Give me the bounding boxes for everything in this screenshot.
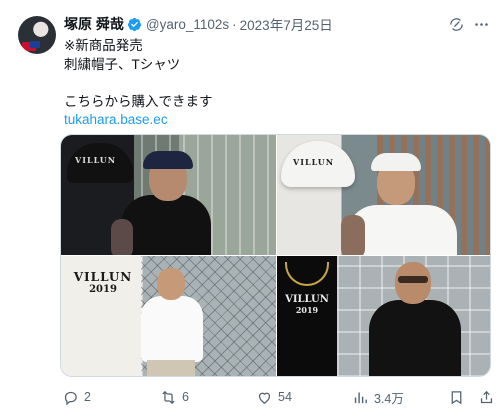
author-handle[interactable]: @yaro_1102s [146, 17, 229, 32]
grok-icon[interactable] [448, 16, 465, 33]
like-count: 54 [278, 390, 292, 404]
avatar[interactable] [18, 16, 56, 54]
media-grid: VILLUN VILLUN VILLUN 2019 VILLUN 2019 [60, 134, 491, 377]
photo-4[interactable]: VILLUN 2019 [277, 256, 490, 376]
logo-line-2: 2019 [89, 284, 117, 295]
bookmark-icon [451, 390, 462, 404]
model-body [121, 195, 211, 255]
sunglasses [398, 276, 428, 283]
tshirt-logo: VILLUN 2019 [281, 294, 333, 315]
tweet[interactable]: 塚原 舜哉 @yaro_1102s · 2023年7月25日 ※新商品発売 刺繍… [0, 0, 504, 416]
header-icons [448, 14, 490, 34]
shop-link[interactable]: tukahara.base.ec [64, 111, 213, 130]
tweet-date[interactable]: 2023年7月25日 [240, 14, 333, 34]
model-legs [147, 360, 195, 376]
model-hat [143, 151, 193, 169]
model-body [369, 300, 461, 376]
cap-logo-text: VILLUN [75, 155, 117, 165]
more-icon[interactable] [473, 16, 490, 33]
tweet-header: 塚原 舜哉 @yaro_1102s · 2023年7月25日 [64, 14, 490, 34]
bookmark-button[interactable] [448, 389, 465, 406]
reply-button[interactable]: 2 [62, 389, 91, 406]
repost-button[interactable]: 6 [160, 389, 189, 406]
tweet-text: ※新商品発売 刺繍帽子、Tシャツ こちらから購入できます tukahara.ba… [64, 37, 213, 130]
repost-icon [162, 390, 175, 404]
photo-3[interactable]: VILLUN 2019 [61, 256, 276, 376]
avatar-flag-2 [30, 41, 40, 48]
author-name[interactable]: 塚原 舜哉 [64, 14, 124, 34]
logo-line-2: 2019 [295, 305, 319, 315]
verified-badge-icon [127, 17, 141, 31]
cap-logo-text: VILLUN [293, 157, 335, 167]
photo-1[interactable]: VILLUN [61, 135, 276, 255]
model-arm [341, 215, 365, 255]
reply-icon [64, 391, 77, 405]
like-button[interactable]: 54 [256, 389, 292, 406]
views-count: 3.4万 [374, 391, 404, 406]
logo-line-1: VILLUN [73, 270, 133, 284]
share-icon [480, 390, 493, 403]
views-icon [354, 392, 367, 403]
tshirt-logo: VILLUN 2019 [71, 270, 135, 295]
share-button[interactable] [478, 389, 495, 406]
like-icon [258, 392, 271, 404]
model-head [157, 268, 185, 300]
tweet-line-3: こちらから購入できます [64, 93, 213, 109]
photo-2[interactable]: VILLUN [277, 135, 490, 255]
views-button[interactable]: 3.4万 [352, 388, 404, 407]
logo-line-1: VILLUN [285, 294, 329, 305]
action-bar: 2 6 54 3.4万 [60, 386, 494, 408]
tweet-line-1: ※新商品発売 [64, 38, 143, 53]
model-head [395, 262, 431, 304]
tweet-line-2: 刺繍帽子、Tシャツ [64, 56, 181, 72]
model-hat [371, 153, 421, 171]
reply-count: 2 [84, 390, 91, 404]
model-arm [111, 219, 133, 255]
model-body [141, 296, 203, 362]
repost-count: 6 [182, 390, 189, 404]
separator-dot: · [232, 16, 237, 32]
